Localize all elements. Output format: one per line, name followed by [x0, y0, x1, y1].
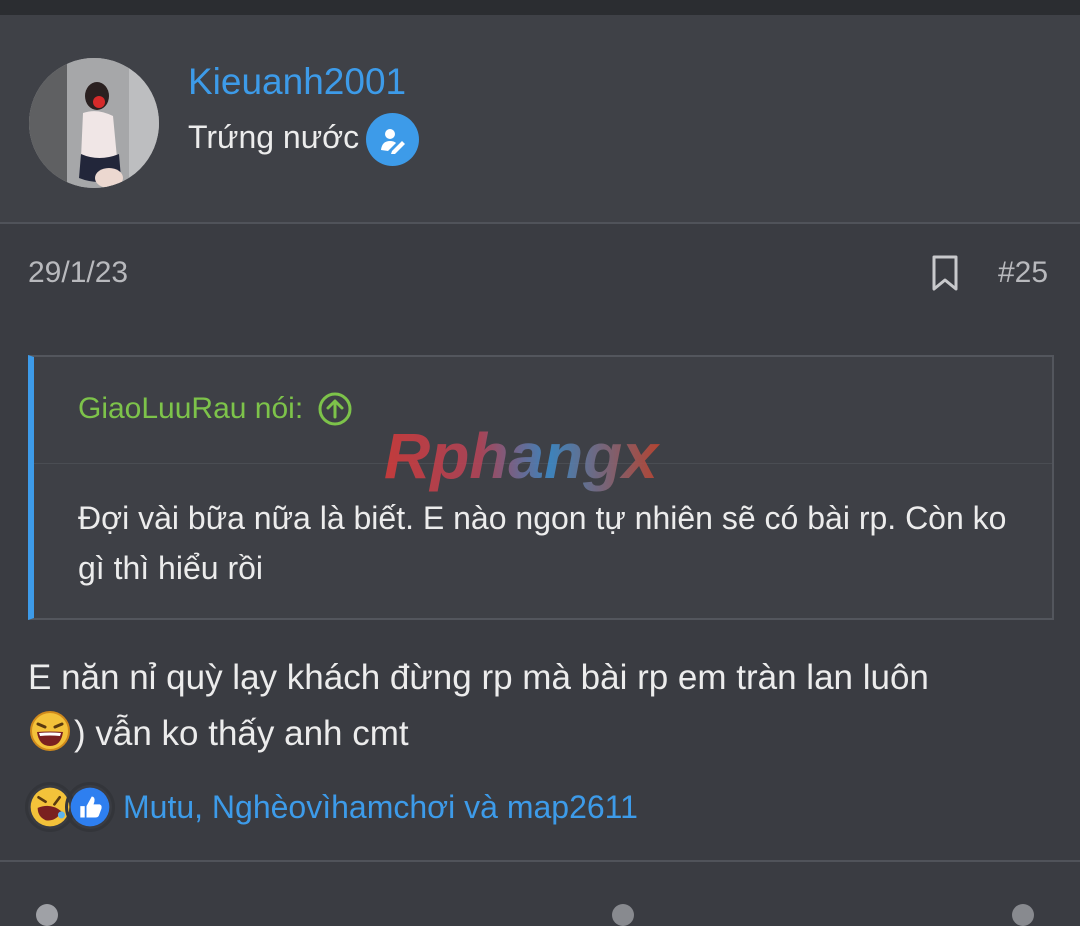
quote-header[interactable]: GiaoLuuRau nói:	[78, 391, 353, 427]
avatar[interactable]	[29, 58, 159, 188]
arrow-up-circle-icon[interactable]	[317, 391, 353, 427]
post-message: E năn nỉ quỳ lạy khách đừng rp mà bài rp…	[28, 650, 1058, 762]
post-author-header: Kieuanh2001 Trứng nước	[0, 15, 1080, 222]
watermark-text: Rphangx	[384, 420, 660, 492]
quote-text: Đợi vài bữa nữa là biết. E nào ngon tự n…	[78, 500, 1007, 586]
watermark-logo: Rphangx	[384, 420, 660, 492]
user-edit-icon[interactable]	[366, 113, 419, 166]
username[interactable]: Kieuanh2001	[188, 61, 406, 103]
post-date[interactable]: 29/1/23	[28, 256, 128, 290]
like-reaction-icon[interactable]	[65, 782, 115, 832]
like-icon[interactable]	[612, 904, 634, 926]
message-line-1: E năn nỉ quỳ lạy khách đừng rp mà bài rp…	[28, 658, 929, 697]
post-number[interactable]: #25	[998, 256, 1048, 290]
reaction-names[interactable]: Mutu, Nghèovìhamchơi và map2611	[123, 789, 638, 826]
post-actions-bar	[0, 862, 1080, 926]
bookmark-icon[interactable]	[930, 254, 960, 292]
report-icon[interactable]	[36, 904, 58, 926]
user-title: Trứng nước	[188, 119, 360, 155]
reactions-bar[interactable]: Mutu, Nghèovìhamchơi và map2611	[25, 782, 638, 832]
top-app-bar	[0, 0, 1080, 15]
reply-icon[interactable]	[1012, 904, 1034, 926]
divider	[0, 222, 1080, 224]
quote-author[interactable]: GiaoLuuRau nói:	[78, 392, 303, 426]
message-line-2: ) vẫn ko thấy anh cmt	[74, 714, 409, 753]
laughing-emoji-icon	[30, 711, 70, 751]
